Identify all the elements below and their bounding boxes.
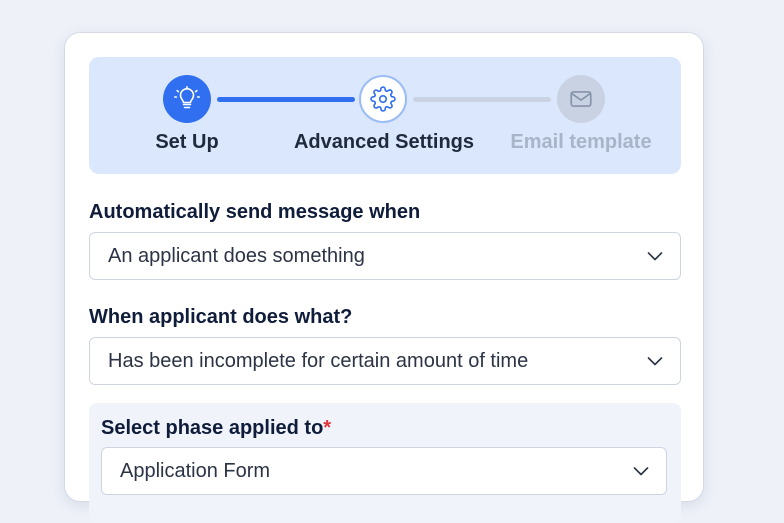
email-automation-card: Set Up Advanced Settings Email template … bbox=[64, 32, 704, 523]
trigger-select-value: An applicant does something bbox=[108, 244, 365, 267]
chevron-down-icon bbox=[646, 247, 664, 265]
step-label-advanced-settings: Advanced Settings bbox=[293, 131, 475, 153]
action-select[interactable]: Has been incomplete for certain amount o… bbox=[89, 337, 681, 385]
step-label-setup: Set Up bbox=[155, 131, 219, 153]
step-label-email-template: Email template bbox=[510, 131, 652, 153]
trigger-label: Automatically send message when bbox=[89, 201, 421, 223]
step-connector-completed bbox=[217, 97, 355, 102]
required-asterisk: * bbox=[323, 417, 332, 439]
phase-section: Select phase applied to* Application For… bbox=[89, 403, 681, 523]
lightbulb-icon bbox=[174, 86, 200, 109]
step-setup[interactable] bbox=[163, 75, 211, 123]
phase-select[interactable]: Application Form bbox=[101, 447, 667, 495]
step-email-template[interactable] bbox=[557, 75, 605, 123]
action-select-value: Has been incomplete for certain amount o… bbox=[108, 349, 529, 372]
trigger-select[interactable]: An applicant does something bbox=[89, 232, 681, 280]
phase-select-value: Application Form bbox=[120, 459, 271, 482]
phase-label: Select phase applied to* bbox=[101, 417, 331, 440]
phase-label-text: Select phase applied to bbox=[101, 417, 324, 439]
chevron-down-icon bbox=[632, 462, 650, 480]
step-advanced-settings[interactable] bbox=[359, 75, 407, 123]
step-connector-pending bbox=[413, 97, 551, 102]
stepper: Set Up Advanced Settings Email template bbox=[89, 57, 681, 174]
action-label: When applicant does what? bbox=[89, 306, 353, 328]
chevron-down-icon bbox=[646, 352, 664, 370]
envelope-icon bbox=[570, 91, 592, 107]
gear-icon bbox=[370, 86, 396, 112]
